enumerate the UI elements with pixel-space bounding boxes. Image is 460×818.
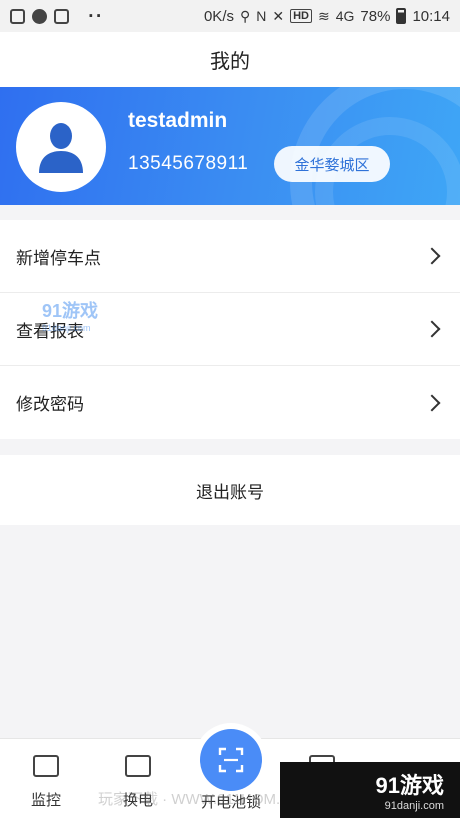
menu-item-label: 修改密码 <box>16 395 84 415</box>
app-s-icon <box>54 8 69 24</box>
nav-label: 监控 <box>30 791 61 809</box>
wifi-icon: ≋ <box>318 7 330 24</box>
menu-item-label: 新增停车点 <box>16 248 101 269</box>
watermark-logo-text: 91游戏 <box>42 301 99 321</box>
nfc-icon: N <box>256 8 267 24</box>
user-icon <box>39 123 83 173</box>
signal-icon: 4G <box>335 8 355 24</box>
battery-swap-icon <box>125 755 151 777</box>
watermark-logo-sub: 91danji.com <box>42 323 91 333</box>
clock: 10:14 <box>412 7 450 25</box>
app-icon <box>32 8 47 24</box>
battery-icon <box>396 8 407 24</box>
phone-number: 13545678911 <box>128 153 249 174</box>
menu-item-add-parking[interactable]: 新增停车点 <box>0 220 460 293</box>
page-title: 我的 <box>210 49 250 73</box>
scan-icon <box>218 747 244 773</box>
network-speed: 0K/s <box>203 7 234 25</box>
watermark-logo: 91游戏 91danji.com <box>42 297 98 333</box>
status-indicators: 0K/s ⚲ N ✕ HD ≋ 4G 78% 10:14 <box>204 8 450 25</box>
status-bar: ·· 0K/s ⚲ N ✕ HD ≋ 4G 78% 10:14 <box>0 0 460 32</box>
logout-button[interactable]: 退出账号 <box>0 455 460 525</box>
more-notifications-dots: ·· <box>88 7 104 25</box>
chevron-right-icon <box>423 320 441 338</box>
username: testadmin <box>128 109 228 132</box>
location-icon: ⚲ <box>239 7 251 24</box>
avatar[interactable] <box>16 102 106 192</box>
notification-icons: ·· <box>10 7 103 25</box>
monitor-icon <box>33 755 59 777</box>
mute-icon: ✕ <box>272 7 285 24</box>
image-icon <box>10 8 25 24</box>
area-badge[interactable]: 金华婺城区 <box>274 146 390 182</box>
chevron-right-icon <box>423 394 441 411</box>
menu-item-change-password[interactable]: 修改密码 <box>0 366 460 439</box>
chevron-right-icon <box>423 247 441 265</box>
hd-badge: HD <box>290 9 312 23</box>
battery-percent: 78% <box>360 7 391 25</box>
title-bar: 我的 <box>0 32 460 87</box>
profile-header: testadmin 13545678911 金华婺城区 <box>0 87 460 205</box>
watermark-badge: 91游戏 91danji.com <box>280 762 460 818</box>
nav-item-monitor[interactable]: 监控 <box>0 739 92 818</box>
watermark-badge-sub: 91danji.com <box>384 800 444 812</box>
watermark-text: 玩家下载 · WWW.911HOM.CN <box>98 791 302 808</box>
logout-label: 退出账号 <box>196 482 264 503</box>
watermark-badge-title: 91游戏 <box>375 773 444 798</box>
scan-button[interactable] <box>200 729 262 791</box>
